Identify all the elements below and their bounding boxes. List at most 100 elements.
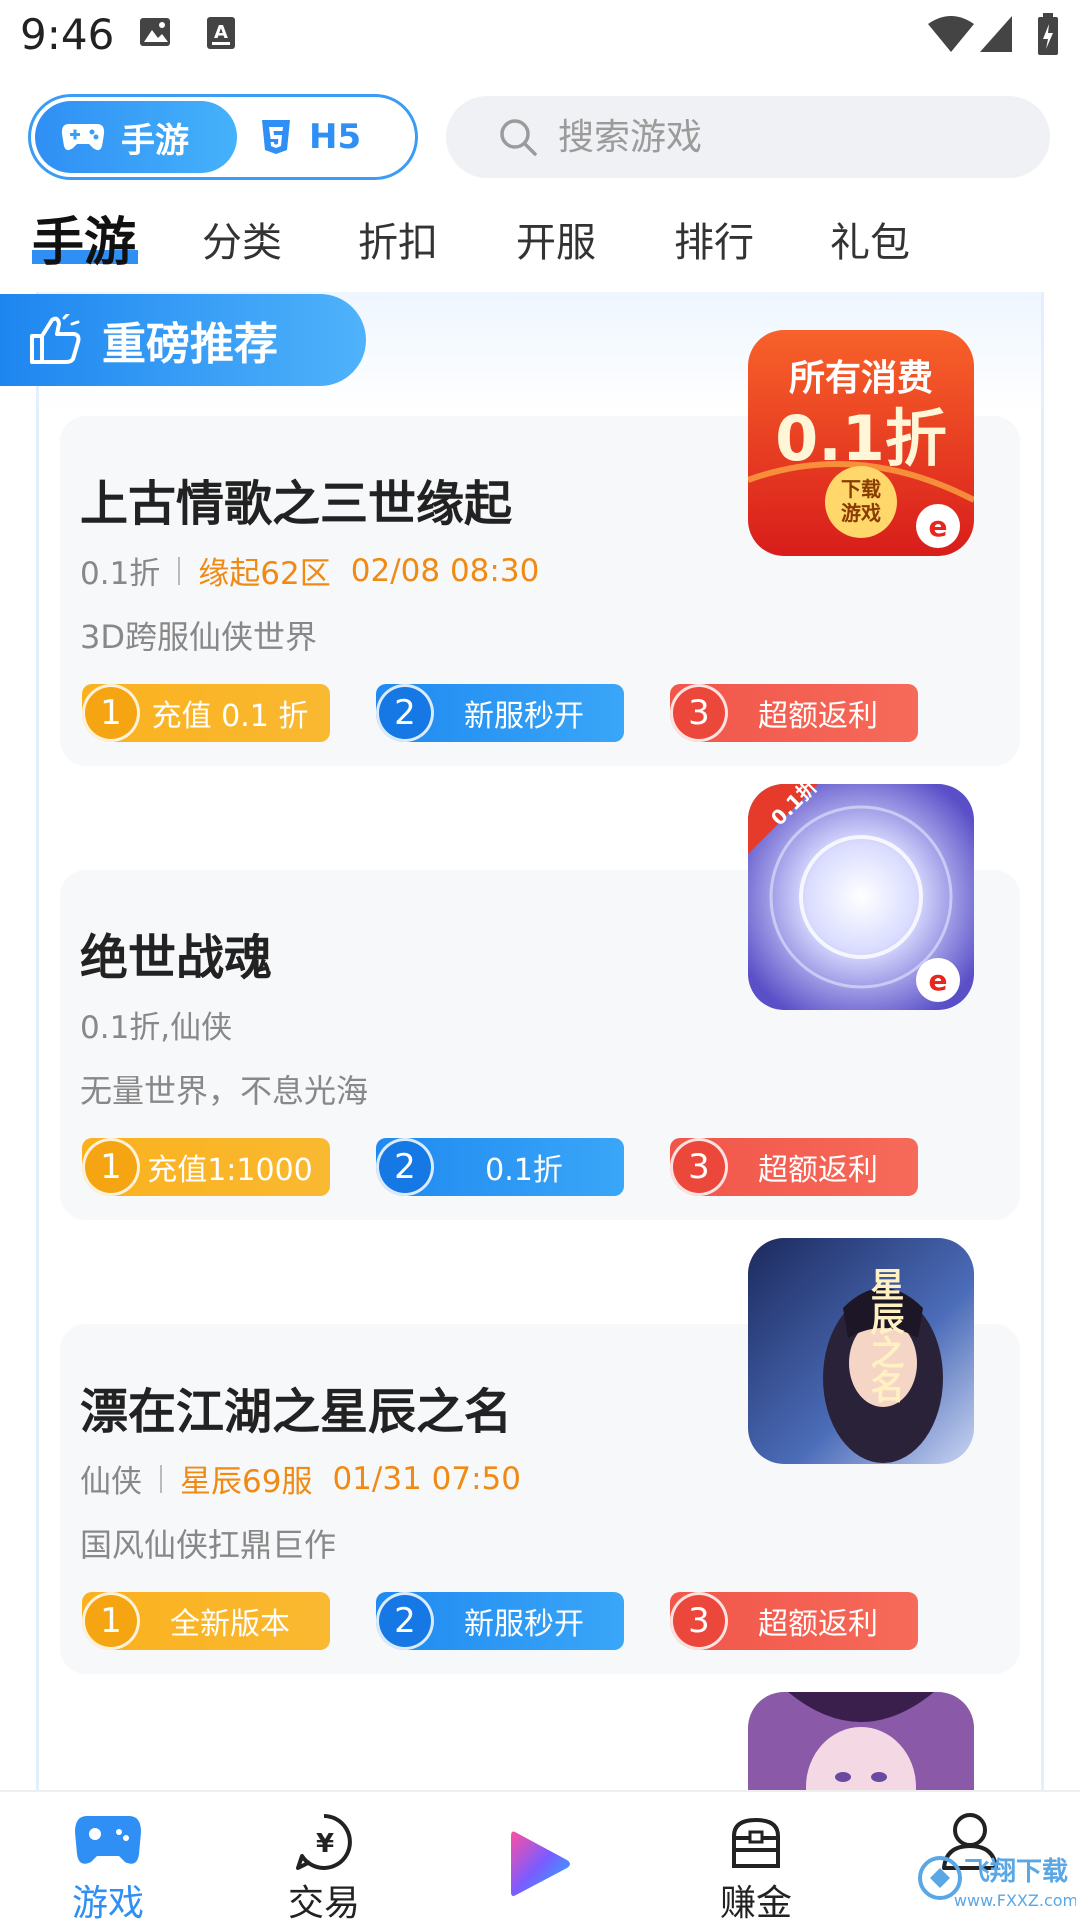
tab-label: 开服 xyxy=(516,220,596,266)
svg-text:A: A xyxy=(214,22,228,43)
icon-game-text: 游戏 xyxy=(841,501,881,525)
thumbs-up-icon xyxy=(30,314,81,364)
keyboard-notification-icon: A xyxy=(207,17,235,49)
game-description: 无量世界，不息光海 xyxy=(80,1072,369,1110)
tab-rankings[interactable]: 排行 xyxy=(674,210,754,268)
feature-label: 0.1折 xyxy=(485,1153,563,1188)
feature-number: 2 xyxy=(376,1592,434,1650)
status-time: 9:46 xyxy=(20,10,115,59)
feature-label: 全新版本 xyxy=(170,1607,290,1642)
tab-label: 礼包 xyxy=(830,220,910,266)
tab-label: 排行 xyxy=(674,220,754,266)
game-name: 漂在江湖之星辰之名 xyxy=(80,1384,513,1440)
featured-title: 重磅推荐 xyxy=(102,319,278,370)
feature-number: 1 xyxy=(82,1592,140,1650)
feature-tag: 1 充值1:1000 xyxy=(82,1138,330,1196)
svg-text:e: e xyxy=(929,964,948,997)
feature-tag: 2 新服秒开 xyxy=(376,684,624,742)
game-name: 绝世战魂 xyxy=(80,930,273,986)
game-icon-art xyxy=(748,1692,974,1792)
tab-gift-packs[interactable]: 礼包 xyxy=(830,210,910,268)
game-description: 国风仙侠扛鼎巨作 xyxy=(80,1526,337,1564)
nav-earn[interactable]: 赚金 xyxy=(686,1802,826,1920)
html5-icon xyxy=(262,120,290,154)
nav-games-label: 游戏 xyxy=(71,1883,144,1920)
game-icon[interactable]: 所有消费 0.1折 下载 游戏 e xyxy=(748,330,974,556)
search-bar[interactable] xyxy=(446,96,1050,178)
game-meta: 0.1折,仙侠 xyxy=(80,1002,232,1047)
watermark-text: 飞翔下载 xyxy=(964,1857,1068,1887)
gamepad-icon xyxy=(75,1816,141,1864)
feature-label: 超额返利 xyxy=(758,1607,878,1642)
feature-tag: 1 全新版本 xyxy=(82,1592,330,1650)
watermark-url: www.FXXZ.com xyxy=(954,1891,1076,1910)
icon-discount-text: 0.1折 xyxy=(775,402,947,475)
game-tags: 0.1折 xyxy=(80,556,161,592)
game-icon[interactable]: 星辰之名 xyxy=(748,1238,974,1464)
feature-tag: 1 充值 0.1 折 xyxy=(82,684,330,742)
icon-download-text: 下载 xyxy=(841,477,881,501)
gamepad-icon xyxy=(61,124,105,151)
mode-mobile-button[interactable]: 手游 xyxy=(35,101,237,173)
signal-icon xyxy=(980,16,1012,52)
wifi-icon xyxy=(928,16,974,52)
feature-label: 新服秒开 xyxy=(464,699,584,734)
search-input[interactable] xyxy=(558,116,1018,158)
game-icon-art: 星辰之名 xyxy=(748,1238,974,1464)
game-name: 上古情歌之三世缘起 xyxy=(80,476,513,532)
game-meta: 仙侠 星辰69服 01/31 07:50 xyxy=(80,1456,521,1501)
feature-number: 3 xyxy=(670,1592,728,1650)
status-bar: 9:46 A xyxy=(0,0,1080,72)
feature-tag: 3 超额返利 xyxy=(670,684,918,742)
game-server: 缘起62区 xyxy=(198,556,331,592)
feature-tag: 2 0.1折 xyxy=(376,1138,624,1196)
image-notification-icon xyxy=(140,18,170,46)
tab-server-open[interactable]: 开服 xyxy=(516,210,596,268)
mode-h5-button[interactable]: H5 xyxy=(261,101,361,173)
game-description: 3D跨服仙侠世界 xyxy=(80,618,318,656)
tab-label: 折扣 xyxy=(358,220,438,266)
tab-mobile-games[interactable]: 手游 xyxy=(32,200,136,275)
icon-promo-text: 所有消费 xyxy=(789,358,933,399)
nav-games[interactable]: 游戏 xyxy=(38,1802,178,1920)
tab-categories[interactable]: 分类 xyxy=(202,210,282,268)
feature-number: 3 xyxy=(670,1138,728,1196)
tab-discounts[interactable]: 折扣 xyxy=(358,210,438,268)
mode-mobile-label: 手游 xyxy=(121,120,189,161)
mode-switch: 手游 H5 xyxy=(28,94,418,180)
game-icon-art: 所有消费 0.1折 下载 游戏 e xyxy=(748,330,974,556)
game-icon[interactable] xyxy=(748,1692,974,1792)
game-tags: 0.1折,仙侠 xyxy=(80,1010,233,1046)
feature-number: 3 xyxy=(670,684,728,742)
feature-label: 新服秒开 xyxy=(464,1607,584,1642)
tab-label: 手游 xyxy=(32,213,137,273)
game-open-time: 01/31 07:50 xyxy=(332,1460,521,1497)
feature-number: 2 xyxy=(376,1138,434,1196)
search-icon xyxy=(500,119,537,156)
game-meta: 0.1折 缘起62区 02/08 08:30 xyxy=(80,548,539,593)
game-tags: 仙侠 xyxy=(80,1464,142,1500)
treasure-chest-icon xyxy=(732,1817,780,1868)
play-icon xyxy=(511,1831,570,1896)
featured-banner: 重磅推荐 xyxy=(0,294,366,386)
watermark-logo-art: 飞翔下载 www.FXXZ.com xyxy=(918,1856,1078,1910)
feature-tag: 2 新服秒开 xyxy=(376,1592,624,1650)
feature-number: 2 xyxy=(376,684,434,742)
feature-label: 充值1:1000 xyxy=(147,1153,313,1188)
feature-label: 充值 0.1 折 xyxy=(151,699,309,734)
game-icon[interactable]: 0.1折 e xyxy=(748,784,974,1010)
mode-h5-label: H5 xyxy=(309,117,362,157)
feature-number: 1 xyxy=(82,684,140,742)
feature-label: 超额返利 xyxy=(758,1153,878,1188)
nav-earn-label: 赚金 xyxy=(719,1883,792,1920)
nav-trade[interactable]: ¥ 交易 xyxy=(254,1802,394,1920)
category-tabs: 手游 分类 折扣 开服 排行 礼包 xyxy=(0,200,1080,280)
svg-text:¥: ¥ xyxy=(316,1829,334,1859)
trade-coin-icon: ¥ xyxy=(296,1814,352,1870)
game-server: 星辰69服 xyxy=(180,1464,313,1500)
game-open-time: 02/08 08:30 xyxy=(350,552,540,589)
nav-play[interactable] xyxy=(470,1812,610,1902)
meta-divider xyxy=(178,556,181,585)
svg-text:e: e xyxy=(929,510,948,543)
watermark-logo: 飞翔下载 www.FXXZ.com xyxy=(916,1848,1078,1918)
